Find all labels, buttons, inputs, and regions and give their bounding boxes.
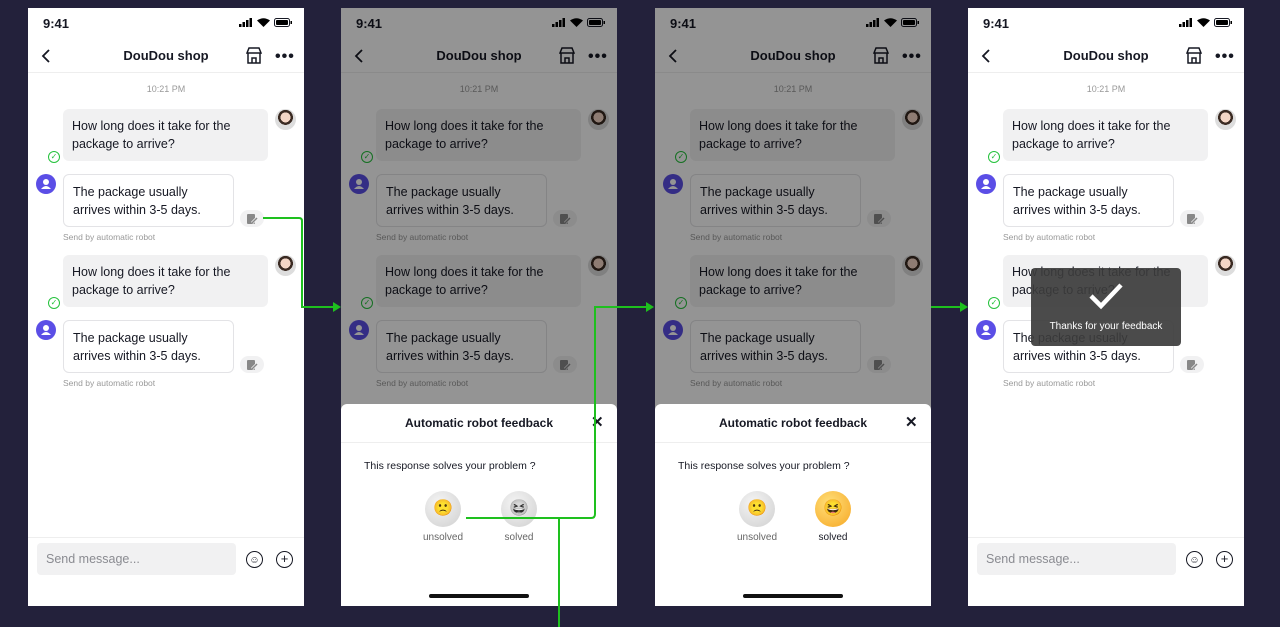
input-divider: [28, 537, 304, 538]
feedback-edit-button[interactable]: [240, 210, 264, 227]
unsolved-label[interactable]: unsolved: [722, 532, 792, 543]
robot-avatar: [36, 320, 56, 340]
arrowhead-3: [960, 302, 968, 312]
user-avatar: [1215, 109, 1236, 130]
phone-screen-4: 9:41 DouDou shop ••• 10:21 PM How long d…: [968, 8, 1244, 606]
add-button[interactable]: +: [276, 551, 293, 568]
bot-message-bubble: The package usually arrives within 3-5 d…: [1003, 174, 1174, 227]
feedback-sheet: Automatic robot feedback ✕ This response…: [655, 404, 931, 606]
edit-note-icon: [247, 214, 259, 225]
sheet-divider: [655, 442, 931, 443]
robot-avatar: [976, 174, 996, 194]
user-message-bubble: How long does it take for the package to…: [1003, 109, 1208, 161]
home-indicator: [429, 594, 529, 598]
emoji-icon: ☺: [1189, 555, 1200, 566]
user-avatar: [275, 255, 296, 276]
user-message-bubble: How long does it take for the package to…: [63, 255, 268, 307]
feedback-edit-button[interactable]: [1180, 356, 1204, 373]
close-button[interactable]: ✕: [905, 413, 918, 431]
robot-avatar: [976, 320, 996, 340]
page-title: DouDou shop: [123, 48, 209, 63]
feedback-question: This response solves your problem ?: [364, 460, 536, 472]
shop-button[interactable]: [245, 47, 263, 69]
robot-avatar: [36, 174, 56, 194]
home-indicator: [743, 594, 843, 598]
read-check-icon: ✓: [48, 297, 60, 309]
solved-label[interactable]: solved: [484, 532, 554, 543]
laughing-face-icon[interactable]: 😆: [501, 491, 537, 527]
signal-icon: [1179, 18, 1192, 27]
page-title: DouDou shop: [1063, 48, 1149, 63]
feedback-edit-button[interactable]: [240, 356, 264, 373]
signal-icon: [239, 18, 252, 27]
add-button[interactable]: +: [1216, 551, 1233, 568]
sad-face-icon[interactable]: 🙁: [425, 491, 461, 527]
feedback-sheet: Automatic robot feedback ✕ This response…: [341, 404, 617, 606]
header-divider: [968, 72, 1244, 73]
header-divider: [28, 72, 304, 73]
arrowhead-1: [333, 302, 341, 312]
message-input[interactable]: Send message...: [37, 543, 236, 575]
feedback-toast: Thanks for your feedback: [1031, 268, 1181, 346]
solved-label[interactable]: solved: [798, 532, 868, 543]
edit-note-icon: [1187, 360, 1199, 371]
bot-caption: Send by automatic robot: [63, 378, 156, 388]
user-message-bubble: How long does it take for the package to…: [63, 109, 268, 161]
chat-timestamp: 10:21 PM: [146, 84, 186, 94]
sheet-title: Automatic robot feedback: [404, 416, 554, 430]
checkmark-icon: [1089, 283, 1123, 310]
laughing-face-icon[interactable]: 😆: [815, 491, 851, 527]
edit-note-icon: [247, 360, 259, 371]
plus-icon: +: [1220, 551, 1229, 566]
phone-screen-1: 9:41 DouDou shop ••• 10:21 PM How long d…: [28, 8, 304, 606]
status-time: 9:41: [983, 16, 1010, 31]
feedback-edit-button[interactable]: [1180, 210, 1204, 227]
bot-caption: Send by automatic robot: [63, 232, 156, 242]
sad-face-icon[interactable]: 🙁: [739, 491, 775, 527]
phone-screen-2: 9:41 DouDou shop ••• 10:21 PM How long d…: [341, 8, 617, 606]
emoji-button[interactable]: ☺: [246, 551, 263, 568]
feedback-question: This response solves your problem ?: [678, 460, 850, 472]
wifi-icon: [1197, 18, 1210, 27]
close-icon: ✕: [591, 414, 604, 431]
read-check-icon: ✓: [988, 297, 1000, 309]
input-divider: [968, 537, 1244, 538]
read-check-icon: ✓: [48, 151, 60, 163]
bot-message-bubble: The package usually arrives within 3-5 d…: [63, 174, 234, 227]
sheet-title: Automatic robot feedback: [718, 416, 868, 430]
store-icon: [1185, 47, 1203, 64]
sheet-divider: [341, 442, 617, 443]
user-avatar: [275, 109, 296, 130]
status-icons: [1179, 18, 1232, 27]
chat-timestamp: 10:21 PM: [1086, 84, 1126, 94]
battery-icon: [274, 18, 292, 27]
plus-icon: +: [280, 551, 289, 566]
close-icon: ✕: [905, 414, 918, 431]
store-icon: [245, 47, 263, 64]
edit-note-icon: [1187, 214, 1199, 225]
battery-icon: [1214, 18, 1232, 27]
shop-button[interactable]: [1185, 47, 1203, 69]
unsolved-label[interactable]: unsolved: [408, 532, 478, 543]
status-time: 9:41: [43, 16, 70, 31]
arrowhead-2: [646, 302, 654, 312]
close-button[interactable]: ✕: [591, 413, 604, 431]
bot-caption: Send by automatic robot: [1003, 232, 1096, 242]
status-icons: [239, 18, 292, 27]
emoji-button[interactable]: ☺: [1186, 551, 1203, 568]
phone-screen-3: 9:41 DouDou shop ••• 10:21 PM How long d…: [655, 8, 931, 606]
more-options-icon[interactable]: •••: [275, 48, 295, 66]
bot-caption: Send by automatic robot: [1003, 378, 1096, 388]
user-avatar: [1215, 255, 1236, 276]
wifi-icon: [257, 18, 270, 27]
message-input-placeholder: Send message...: [986, 552, 1080, 566]
more-options-icon[interactable]: •••: [1215, 48, 1235, 66]
message-input[interactable]: Send message...: [977, 543, 1176, 575]
bot-message-bubble: The package usually arrives within 3-5 d…: [63, 320, 234, 373]
read-check-icon: ✓: [988, 151, 1000, 163]
message-input-placeholder: Send message...: [46, 552, 140, 566]
toast-text: Thanks for your feedback: [1049, 321, 1163, 332]
emoji-icon: ☺: [249, 555, 260, 566]
